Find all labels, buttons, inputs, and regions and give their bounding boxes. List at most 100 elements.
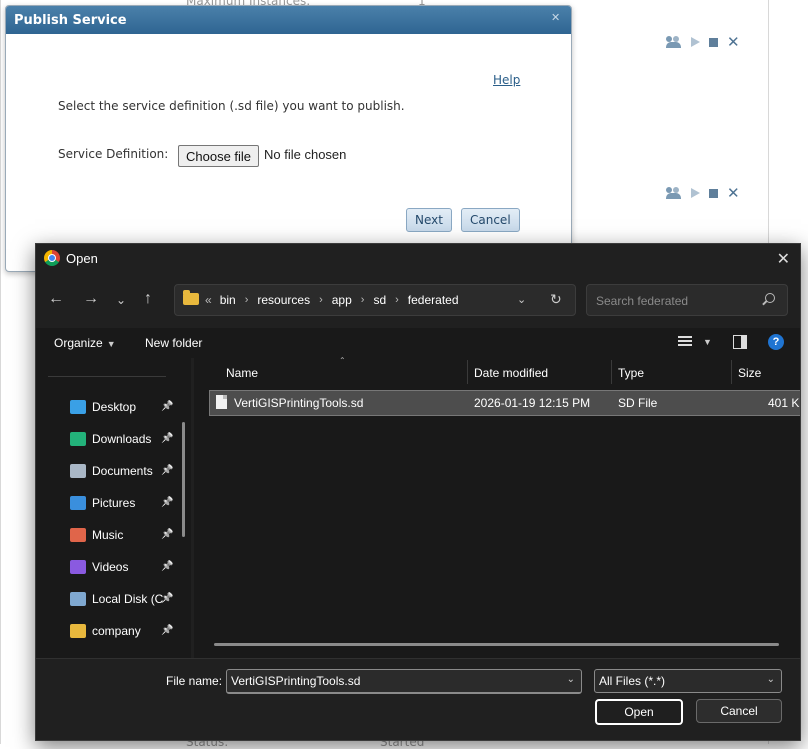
- pin-icon[interactable]: 📌: [161, 625, 173, 636]
- breadcrumb-item[interactable]: sd: [373, 293, 386, 307]
- file-list-pane: Name ⌃ Date modified Type Size VertiGISP…: [194, 356, 800, 658]
- column-header-size[interactable]: Size: [738, 366, 761, 380]
- nav-item-desktop[interactable]: Desktop: [70, 398, 136, 416]
- folder-icon: [183, 290, 199, 305]
- choose-file-button[interactable]: Choose file: [178, 145, 260, 167]
- search-icon: [765, 293, 775, 303]
- preview-pane-icon[interactable]: [733, 335, 747, 349]
- breadcrumb-item[interactable]: bin: [220, 293, 236, 307]
- breadcrumb-item[interactable]: app: [332, 293, 352, 307]
- file-type: SD File: [618, 396, 658, 410]
- local-disk-icon: [70, 592, 86, 606]
- open-file-dialog: Open ✕ ← → ⌄ ↑ « bin › resources › app ›…: [35, 243, 801, 741]
- breadcrumb-item[interactable]: federated: [408, 293, 459, 307]
- column-separator[interactable]: [611, 360, 612, 384]
- nav-item-label: Local Disk (C: [92, 592, 164, 606]
- caret-down-icon[interactable]: ▼: [703, 337, 712, 347]
- delete-icon[interactable]: ✕: [727, 186, 740, 201]
- help-icon[interactable]: ?: [768, 334, 784, 350]
- file-name-value: VertiGISPrintingTools.sd: [231, 674, 361, 688]
- column-separator[interactable]: [467, 360, 468, 384]
- pin-icon[interactable]: 📌: [161, 593, 173, 604]
- forward-arrow-icon[interactable]: →: [83, 290, 99, 308]
- close-icon[interactable]: ✕: [551, 12, 561, 23]
- cancel-button[interactable]: Cancel: [461, 208, 520, 232]
- documents-icon: [70, 464, 86, 478]
- start-icon[interactable]: [691, 188, 700, 198]
- folder-icon: [70, 624, 86, 638]
- breadcrumb-overflow-icon[interactable]: «: [205, 293, 212, 307]
- new-folder-button[interactable]: New folder: [145, 336, 202, 350]
- close-icon[interactable]: ✕: [777, 249, 790, 269]
- cancel-button[interactable]: Cancel: [696, 699, 782, 723]
- nav-item-label: Desktop: [92, 400, 137, 414]
- breadcrumb-separator-icon: ›: [395, 294, 399, 306]
- open-dialog-title: Open: [66, 251, 98, 266]
- search-placeholder: Search federated: [596, 294, 689, 308]
- organize-menu[interactable]: Organize ▼: [54, 336, 116, 350]
- next-button[interactable]: Next: [406, 208, 452, 232]
- chevron-down-icon[interactable]: ⌄: [767, 674, 775, 685]
- help-link[interactable]: Help: [493, 73, 520, 87]
- open-dialog-titlebar: Open ✕: [36, 244, 800, 272]
- file-row[interactable]: VertiGISPrintingTools.sd 2026-01-19 12:1…: [209, 390, 800, 416]
- caret-down-icon: ▼: [106, 339, 116, 349]
- permissions-icon[interactable]: [666, 187, 682, 199]
- file-name-input[interactable]: VertiGISPrintingTools.sd ⌄: [226, 669, 582, 694]
- desktop-icon: [70, 400, 86, 414]
- pin-icon[interactable]: 📌: [161, 529, 173, 540]
- delete-icon[interactable]: ✕: [727, 35, 740, 50]
- search-input[interactable]: Search federated: [586, 284, 788, 316]
- breadcrumb-item[interactable]: resources: [257, 293, 310, 307]
- pin-icon[interactable]: 📌: [161, 465, 173, 476]
- service-row-actions: ✕: [666, 35, 740, 50]
- nav-item-label: company: [92, 624, 141, 638]
- nav-item-company[interactable]: company: [70, 622, 141, 640]
- publish-service-dialog: Publish Service ✕ Help Select the servic…: [5, 5, 572, 272]
- address-bar[interactable]: « bin › resources › app › sd › federated…: [174, 284, 576, 316]
- horizontal-scrollbar[interactable]: [214, 643, 779, 646]
- chevron-down-icon[interactable]: ⌄: [567, 674, 575, 685]
- view-list-icon[interactable]: [678, 336, 692, 348]
- nav-item-documents[interactable]: Documents: [70, 462, 153, 480]
- file-icon: [216, 395, 227, 409]
- page-left-border: [0, 0, 1, 744]
- nav-scrollbar[interactable]: [182, 422, 185, 537]
- nav-item-pictures[interactable]: Pictures: [70, 494, 135, 512]
- column-header-date[interactable]: Date modified: [474, 366, 548, 380]
- pin-icon[interactable]: 📌: [161, 497, 173, 508]
- file-type-select[interactable]: All Files (*.*) ⌄: [594, 669, 782, 693]
- nav-item-music[interactable]: Music: [70, 526, 123, 544]
- pin-icon[interactable]: 📌: [161, 433, 173, 444]
- address-dropdown-chevron-icon[interactable]: ⌄: [517, 293, 526, 306]
- pin-icon[interactable]: 📌: [161, 561, 173, 572]
- column-separator[interactable]: [731, 360, 732, 384]
- no-file-chosen-text: No file chosen: [264, 147, 347, 162]
- pictures-icon: [70, 496, 86, 510]
- dialog-footer: File name: VertiGISPrintingTools.sd ⌄ Al…: [36, 658, 800, 740]
- nav-item-videos[interactable]: Videos: [70, 558, 128, 576]
- nav-item-local-disk-c[interactable]: Local Disk (C: [70, 590, 163, 608]
- breadcrumb-separator-icon: ›: [319, 294, 323, 306]
- up-arrow-icon[interactable]: ↑: [144, 290, 152, 308]
- back-arrow-icon[interactable]: ←: [48, 290, 64, 308]
- publish-dialog-title: Publish Service: [14, 12, 127, 28]
- chrome-icon: [44, 250, 60, 266]
- recent-locations-chevron-icon[interactable]: ⌄: [116, 293, 126, 307]
- pin-icon[interactable]: 📌: [161, 401, 173, 412]
- service-definition-label: Service Definition:: [58, 147, 169, 161]
- stop-icon[interactable]: [709, 37, 718, 47]
- column-header-type[interactable]: Type: [618, 366, 644, 380]
- open-button[interactable]: Open: [595, 699, 683, 725]
- start-icon[interactable]: [691, 37, 700, 47]
- breadcrumb-separator-icon: ›: [244, 294, 249, 306]
- nav-divider: [48, 376, 166, 377]
- instruction-text: Select the service definition (.sd file)…: [58, 99, 405, 113]
- file-size: 401 KB: [768, 396, 800, 410]
- nav-item-label: Music: [92, 528, 124, 542]
- permissions-icon[interactable]: [666, 36, 682, 48]
- stop-icon[interactable]: [709, 188, 718, 198]
- refresh-icon[interactable]: ↻: [550, 291, 562, 308]
- column-header-name[interactable]: Name: [226, 366, 258, 380]
- nav-item-downloads[interactable]: Downloads: [70, 430, 151, 448]
